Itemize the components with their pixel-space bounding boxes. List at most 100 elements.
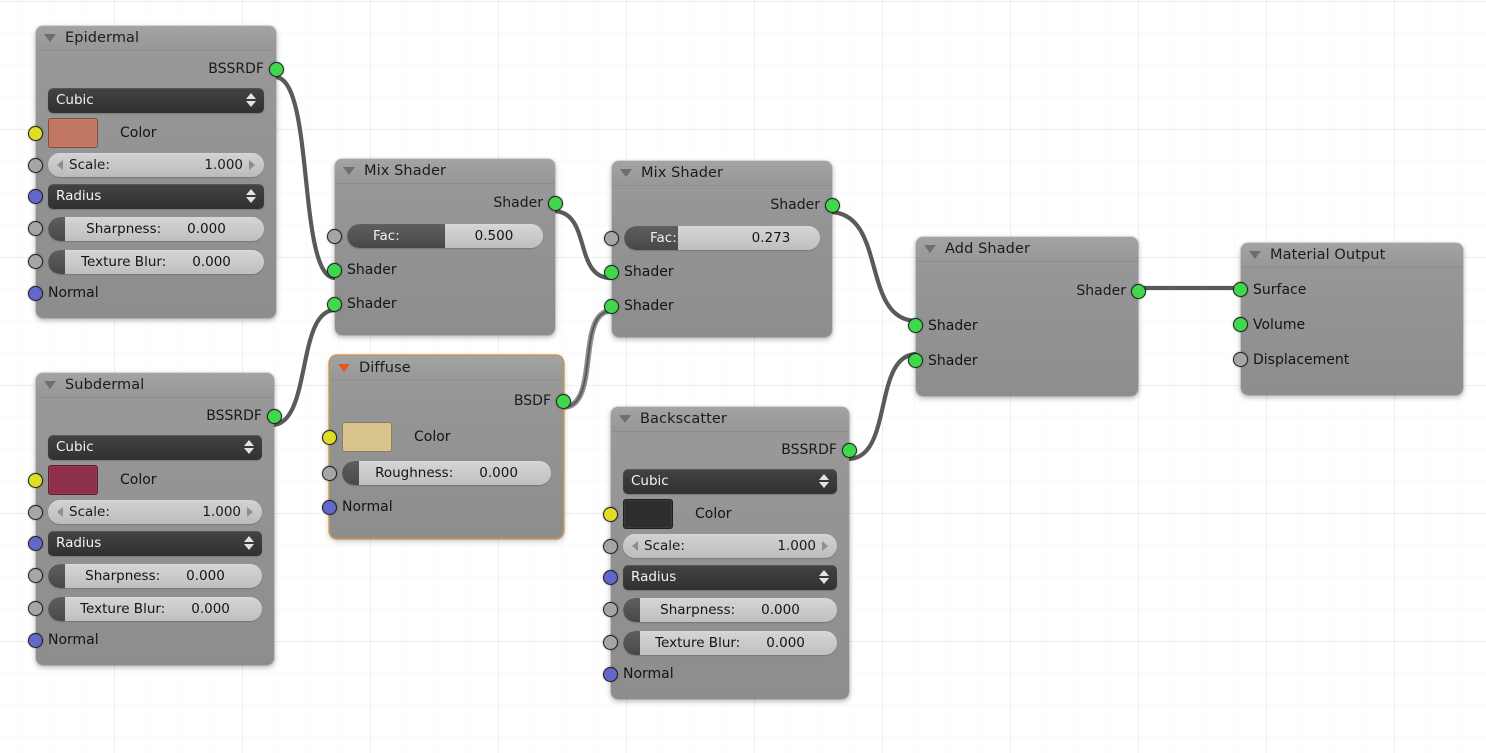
node-epidermal[interactable]: Epidermal BSSRDF Cubic Color Scale: 1.00… (28, 26, 284, 318)
node-header-mix-shader-1[interactable]: Mix Shader (335, 159, 555, 184)
socket-input-normal[interactable] (28, 286, 43, 301)
collapse-triangle-icon[interactable] (44, 381, 56, 389)
collapse-triangle-icon[interactable] (343, 167, 355, 175)
sharpness-slider[interactable]: Sharpness: 0.000 (623, 597, 837, 622)
sharpness-slider[interactable]: Sharpness: 0.000 (48, 216, 264, 241)
color-swatch[interactable] (342, 422, 392, 452)
node-header-diffuse[interactable]: Diffuse (330, 356, 563, 381)
socket-input-color[interactable] (28, 126, 43, 141)
node-material-output[interactable]: Material Output Surface Volume Displacem… (1233, 243, 1463, 395)
socket-output-shader[interactable] (825, 198, 840, 213)
output-label: Shader (770, 197, 820, 213)
socket-input-displacement[interactable] (1233, 352, 1248, 367)
color-swatch[interactable] (623, 499, 673, 529)
texture-blur-slider[interactable]: Texture Blur: 0.000 (48, 249, 264, 274)
socket-input-texture-blur[interactable] (603, 635, 618, 650)
increment-arrow-icon[interactable] (249, 160, 255, 170)
socket-input-shader-2[interactable] (604, 299, 619, 314)
node-subdermal[interactable]: Subdermal BSSRDF Cubic Color Scale: 1.00… (28, 373, 282, 665)
radius-dropdown[interactable]: Radius (623, 564, 837, 590)
socket-input-shader-1[interactable] (908, 318, 923, 333)
socket-input-shader-1[interactable] (327, 263, 342, 278)
socket-input-scale[interactable] (603, 539, 618, 554)
socket-input-sharpness[interactable] (28, 568, 43, 583)
socket-input-texture-blur[interactable] (28, 254, 43, 269)
link-diffuse-to-mix2-outline (561, 308, 614, 410)
socket-output-bsdf[interactable] (556, 394, 571, 409)
radius-dropdown[interactable]: Radius (48, 183, 264, 209)
scale-field[interactable]: Scale: 1.000 (48, 500, 262, 524)
scale-field[interactable]: Scale: 1.000 (623, 534, 837, 558)
falloff-dropdown[interactable]: Cubic (48, 434, 262, 460)
scale-row: Scale: 1.000 (28, 497, 274, 527)
collapse-triangle-icon[interactable] (44, 34, 56, 42)
color-swatch[interactable] (48, 465, 98, 495)
node-header-add-shader[interactable]: Add Shader (916, 237, 1138, 262)
collapse-triangle-icon[interactable] (620, 169, 632, 177)
socket-input-radius[interactable] (28, 536, 43, 551)
socket-input-sharpness[interactable] (28, 221, 43, 236)
node-diffuse[interactable]: Diffuse BSDF Color Roughness: 0.000 Norm… (322, 356, 571, 538)
increment-arrow-icon[interactable] (822, 541, 828, 551)
socket-input-color[interactable] (603, 507, 618, 522)
socket-input-shader-2[interactable] (908, 353, 923, 368)
socket-output-bssrdf[interactable] (269, 62, 284, 77)
node-header-material-output[interactable]: Material Output (1241, 243, 1463, 268)
node-header-backscatter[interactable]: Backscatter (611, 407, 849, 432)
scale-field[interactable]: Scale: 1.000 (48, 153, 264, 177)
socket-input-shader-1[interactable] (604, 265, 619, 280)
texture-blur-slider[interactable]: Texture Blur: 0.000 (48, 596, 262, 621)
socket-output-bssrdf[interactable] (267, 409, 282, 424)
collapse-triangle-icon[interactable] (924, 245, 936, 253)
node-add-shader[interactable]: Add Shader Shader Shader Shader (908, 237, 1146, 396)
fac-slider[interactable]: Fac: 0.273 (624, 226, 820, 250)
color-swatch[interactable] (48, 118, 98, 148)
socket-input-color[interactable] (28, 473, 43, 488)
socket-input-shader-2[interactable] (327, 297, 342, 312)
falloff-dropdown[interactable]: Cubic (48, 87, 264, 113)
fac-slider[interactable]: Fac: 0.500 (347, 224, 543, 248)
socket-input-fac[interactable] (327, 229, 342, 244)
socket-input-radius[interactable] (28, 189, 43, 204)
socket-input-scale[interactable] (28, 505, 43, 520)
socket-input-volume[interactable] (1233, 317, 1248, 332)
normal-label: Normal (48, 285, 99, 301)
normal-row: Normal (28, 625, 274, 655)
displacement-input-row: Displacement (1233, 342, 1463, 377)
sharpness-slider[interactable]: Sharpness: 0.000 (48, 563, 262, 588)
node-header-epidermal[interactable]: Epidermal (36, 26, 276, 51)
collapse-triangle-icon[interactable] (338, 364, 350, 372)
sharpness-row: Sharpness: 0.000 (603, 593, 849, 626)
socket-input-normal[interactable] (603, 667, 618, 682)
socket-input-radius[interactable] (603, 570, 618, 585)
increment-arrow-icon[interactable] (247, 507, 253, 517)
socket-input-sharpness[interactable] (603, 602, 618, 617)
texture-blur-slider[interactable]: Texture Blur: 0.000 (623, 630, 837, 655)
socket-input-normal[interactable] (28, 633, 43, 648)
collapse-triangle-icon[interactable] (1249, 251, 1261, 259)
socket-output-shader[interactable] (548, 196, 563, 211)
node-mix-shader-2[interactable]: Mix Shader Shader Fac: 0.273 Shader Shad… (604, 161, 840, 337)
socket-input-normal[interactable] (322, 500, 337, 515)
roughness-slider[interactable]: Roughness: 0.000 (342, 461, 551, 485)
socket-input-scale[interactable] (28, 158, 43, 173)
color-row: Color (322, 418, 563, 456)
fac-row: Fac: 0.500 (327, 219, 555, 253)
falloff-dropdown[interactable]: Cubic (623, 468, 837, 494)
output-label: BSSRDF (208, 61, 264, 77)
socket-input-texture-blur[interactable] (28, 601, 43, 616)
radius-dropdown[interactable]: Radius (48, 530, 262, 556)
collapse-triangle-icon[interactable] (619, 415, 631, 423)
socket-input-color[interactable] (322, 430, 337, 445)
node-header-mix-shader-2[interactable]: Mix Shader (612, 161, 832, 186)
socket-input-roughness[interactable] (322, 466, 337, 481)
node-header-subdermal[interactable]: Subdermal (36, 373, 274, 398)
socket-output-bssrdf[interactable] (842, 443, 857, 458)
socket-output-shader[interactable] (1131, 284, 1146, 299)
node-editor-canvas[interactable]: Epidermal BSSRDF Cubic Color Scale: 1.00… (0, 0, 1486, 753)
socket-input-surface[interactable] (1233, 282, 1248, 297)
socket-input-fac[interactable] (604, 231, 619, 246)
node-mix-shader-1[interactable]: Mix Shader Shader Fac: 0.500 Shader Shad… (327, 159, 563, 335)
node-backscatter[interactable]: Backscatter BSSRDF Cubic Color Scale: 1.… (603, 407, 857, 699)
texture-blur-row: Texture Blur: 0.000 (28, 245, 276, 278)
